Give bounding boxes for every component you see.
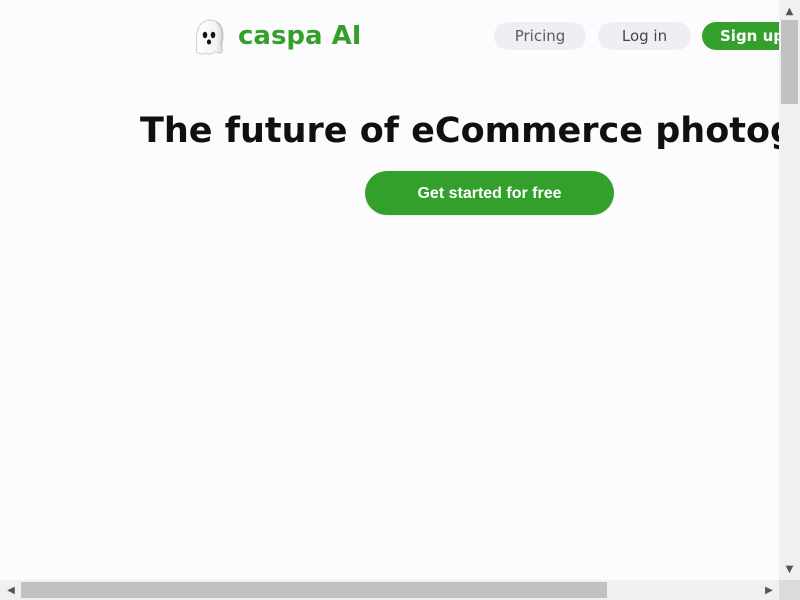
hero-title: The future of eCommerce photography bbox=[140, 111, 779, 151]
signup-button[interactable]: Sign up bbox=[702, 22, 779, 50]
site-header: caspa AI Pricing Log in Sign up bbox=[0, 0, 779, 72]
page-content: caspa AI Pricing Log in Sign up The futu… bbox=[0, 0, 779, 580]
horizontal-scroll-thumb[interactable] bbox=[21, 582, 607, 598]
scroll-down-icon[interactable]: ▼ bbox=[779, 560, 800, 578]
pricing-link[interactable]: Pricing bbox=[494, 22, 586, 50]
login-link[interactable]: Log in bbox=[598, 22, 691, 50]
scroll-up-icon[interactable]: ▲ bbox=[779, 2, 800, 20]
get-started-button[interactable]: Get started for free bbox=[365, 171, 614, 215]
scroll-right-icon[interactable]: ▶ bbox=[759, 580, 779, 600]
browser-viewport: caspa AI Pricing Log in Sign up The futu… bbox=[0, 0, 800, 600]
vertical-scrollbar[interactable]: ▲ ▼ bbox=[779, 0, 800, 580]
scroll-left-icon[interactable]: ◀ bbox=[1, 580, 21, 600]
ghost-icon bbox=[195, 19, 224, 55]
brand-name: caspa AI bbox=[238, 21, 362, 51]
vertical-scroll-thumb[interactable] bbox=[781, 20, 798, 104]
scrollbar-corner bbox=[779, 580, 800, 600]
brand-logo[interactable]: caspa AI bbox=[192, 15, 361, 57]
horizontal-scrollbar[interactable]: ◀ ▶ bbox=[0, 580, 779, 600]
